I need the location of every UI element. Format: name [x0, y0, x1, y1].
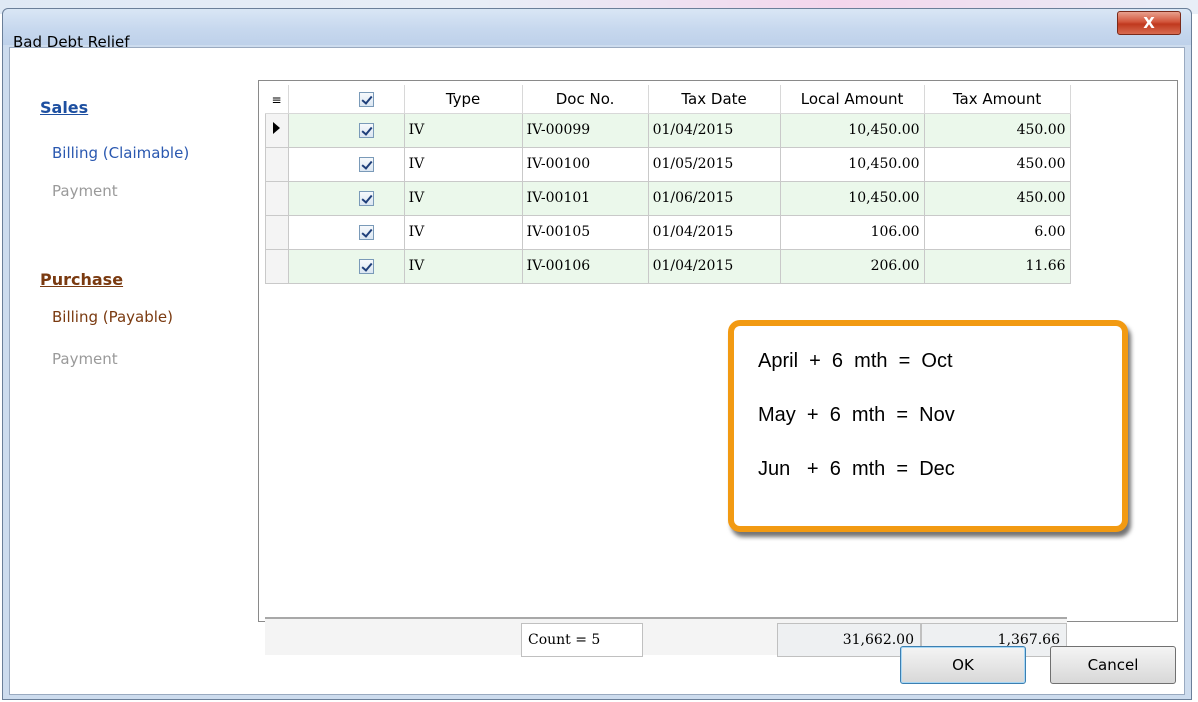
row-checkbox[interactable]	[287, 248, 405, 284]
cell-doc-no: IV-00105	[521, 214, 649, 250]
cell-tax-amount: 450.00	[923, 180, 1071, 216]
row-checkbox[interactable]	[287, 214, 405, 250]
ok-button[interactable]: OK	[900, 646, 1026, 684]
sidebar: Sales Billing (Claimable) Payment Purcha…	[10, 48, 250, 618]
cell-doc-no: IV-00099	[521, 112, 649, 148]
row-checkbox[interactable]	[287, 146, 405, 182]
cell-tax-amount: 6.00	[923, 214, 1071, 250]
cell-doc-no: IV-00106	[521, 248, 649, 284]
column-header-tax-amount[interactable]: Tax Amount	[924, 85, 1071, 114]
table-row[interactable]: IV IV-00100 01/05/2015 10,450.00 450.00	[265, 146, 1071, 182]
select-all-checkbox[interactable]	[288, 85, 405, 114]
cell-doc-no: IV-00101	[521, 180, 649, 216]
callout-line: May + 6 mth = Nov	[758, 404, 955, 426]
table-row[interactable]: IV IV-00105 01/04/2015 106.00 6.00	[265, 214, 1071, 250]
cell-type: IV	[403, 248, 523, 284]
sidebar-item-purchase-payment[interactable]: Payment	[52, 350, 118, 368]
footer-count: Count = 5	[521, 623, 643, 657]
document-table: ≡ Type Doc No. Tax Date Local Amount Tax…	[265, 85, 1071, 284]
cell-local-amount: 10,450.00	[779, 180, 925, 216]
sidebar-heading-sales[interactable]: Sales	[40, 98, 88, 117]
sidebar-item-sales-billing[interactable]: Billing (Claimable)	[52, 144, 189, 162]
cell-tax-amount: 450.00	[923, 112, 1071, 148]
check-icon	[358, 122, 374, 138]
row-checkbox[interactable]	[287, 112, 405, 148]
row-indicator	[265, 112, 289, 148]
close-button[interactable]: X	[1117, 11, 1181, 35]
cell-tax-date: 01/05/2015	[647, 146, 781, 182]
row-indicator	[265, 214, 289, 250]
cell-tax-date: 01/04/2015	[647, 248, 781, 284]
cell-tax-amount: 450.00	[923, 146, 1071, 182]
cell-tax-date: 01/04/2015	[647, 112, 781, 148]
cell-doc-no: IV-00100	[521, 146, 649, 182]
row-indicator	[265, 146, 289, 182]
check-icon	[358, 258, 374, 274]
sidebar-heading-purchase[interactable]: Purchase	[40, 270, 123, 289]
callout-line: April + 6 mth = Oct	[758, 350, 953, 372]
table-row[interactable]: IV IV-00099 01/04/2015 10,450.00 450.00	[265, 112, 1071, 148]
cell-type: IV	[403, 146, 523, 182]
row-checkbox[interactable]	[287, 180, 405, 216]
cancel-button[interactable]: Cancel	[1050, 646, 1176, 684]
column-header-local-amount[interactable]: Local Amount	[780, 85, 925, 114]
cell-type: IV	[403, 214, 523, 250]
check-icon	[358, 156, 374, 172]
row-indicator	[265, 180, 289, 216]
cell-type: IV	[403, 112, 523, 148]
column-header-doc-no[interactable]: Doc No.	[522, 85, 649, 114]
column-chooser-icon[interactable]: ≡	[265, 85, 289, 114]
cell-type: IV	[403, 180, 523, 216]
title-bar: Bad Debt Relief X	[3, 9, 1191, 51]
sidebar-item-purchase-billing[interactable]: Billing (Payable)	[52, 308, 173, 326]
check-icon	[358, 190, 374, 206]
cell-local-amount: 206.00	[779, 248, 925, 284]
column-header-tax-date[interactable]: Tax Date	[648, 85, 781, 114]
cell-tax-date: 01/06/2015	[647, 180, 781, 216]
current-row-arrow-icon	[273, 122, 281, 134]
check-icon	[358, 91, 374, 107]
cell-local-amount: 10,450.00	[779, 112, 925, 148]
table-row[interactable]: IV IV-00106 01/04/2015 206.00 11.66	[265, 248, 1071, 284]
column-header-type[interactable]: Type	[404, 85, 523, 114]
row-indicator	[265, 248, 289, 284]
annotation-callout: April + 6 mth = Oct May + 6 mth = Nov Ju…	[728, 320, 1128, 532]
dialog-body: Sales Billing (Claimable) Payment Purcha…	[9, 47, 1185, 695]
cell-local-amount: 10,450.00	[779, 146, 925, 182]
cell-local-amount: 106.00	[779, 214, 925, 250]
cell-tax-amount: 11.66	[923, 248, 1071, 284]
check-icon	[358, 224, 374, 240]
callout-line: Jun + 6 mth = Dec	[758, 458, 955, 480]
table-row[interactable]: IV IV-00101 01/06/2015 10,450.00 450.00	[265, 180, 1071, 216]
bad-debt-relief-dialog: Bad Debt Relief X Sales Billing (Claimab…	[2, 8, 1192, 700]
sidebar-item-sales-payment[interactable]: Payment	[52, 182, 118, 200]
cell-tax-date: 01/04/2015	[647, 214, 781, 250]
